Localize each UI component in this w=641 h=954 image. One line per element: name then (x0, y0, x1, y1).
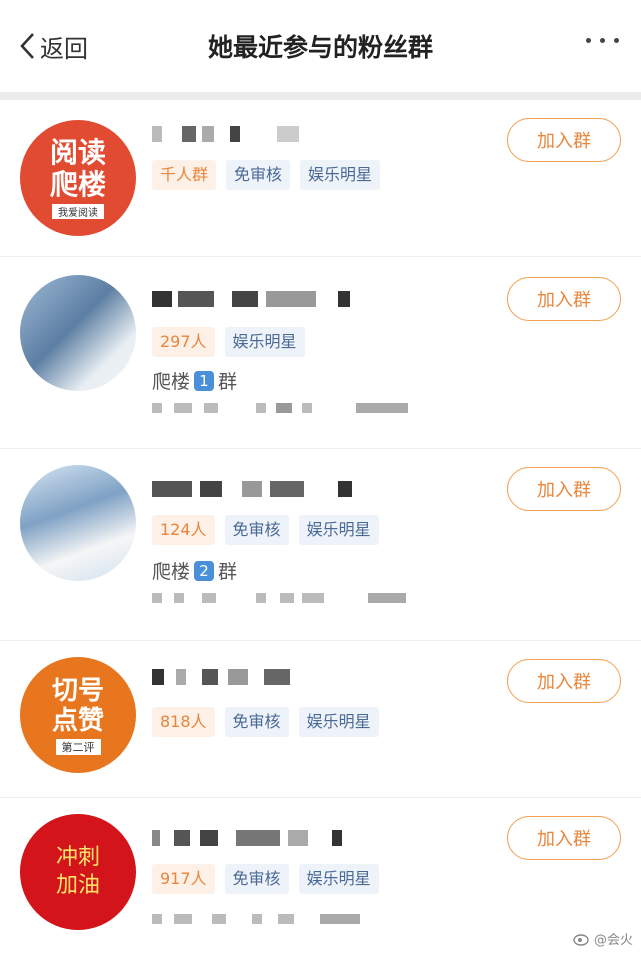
section-divider (0, 92, 641, 100)
join-group-button[interactable]: 加入群 (507, 467, 621, 511)
weibo-logo-icon (573, 933, 589, 946)
group-avatar (20, 465, 136, 581)
tag-size: 297人 (152, 327, 215, 357)
tag-no-review: 免审核 (226, 160, 291, 190)
tag-category: 娱乐明星 (298, 864, 379, 894)
group-item[interactable]: 切号 点赞 第二评 818人 免审核 娱乐明星 加入群 (0, 641, 641, 798)
tag-no-review: 免审核 (224, 707, 289, 737)
tag-size: 917人 (152, 864, 215, 894)
avatar-text: 切号 (51, 675, 104, 706)
tag-size: 千人群 (152, 160, 217, 190)
page-title: 她最近参与的粉丝群 (207, 33, 433, 62)
join-group-button[interactable]: 加入群 (507, 659, 621, 703)
avatar-text: 冲刺 (55, 845, 100, 870)
nav-header: 返回 她最近参与的粉丝群 (0, 0, 641, 92)
tag-size: 124人 (152, 515, 215, 545)
group-desc-blurred (152, 593, 412, 605)
group-avatar: 阅读 爬楼 我爱阅读 (20, 120, 136, 236)
tag-list: 千人群 免审核 娱乐明星 (152, 160, 381, 190)
tag-size: 818人 (152, 707, 215, 737)
group-subtitle: 爬楼 2 群 (152, 560, 238, 583)
group-name-blurred (152, 122, 372, 146)
join-group-button[interactable]: 加入群 (507, 277, 621, 321)
tag-category: 娱乐明星 (298, 515, 379, 545)
avatar-text: 点赞 (51, 705, 104, 736)
avatar-text: 加油 (55, 873, 100, 898)
group-item[interactable]: 冲刺 加油 917人 免审核 娱乐明星 加入群 @会火 (0, 798, 641, 954)
group-item[interactable]: 124人 免审核 娱乐明星 爬楼 2 群 加入群 (0, 449, 641, 641)
join-group-button[interactable]: 加入群 (507, 816, 621, 860)
tag-list: 297人 娱乐明星 (152, 327, 305, 357)
join-group-button[interactable]: 加入群 (507, 118, 621, 162)
group-avatar (20, 275, 136, 391)
tag-category: 娱乐明星 (298, 707, 379, 737)
tag-no-review: 免审核 (224, 515, 289, 545)
number-badge: 1 (194, 370, 215, 391)
tag-no-review: 免审核 (224, 864, 289, 894)
more-icon[interactable] (586, 38, 619, 43)
group-name-blurred (152, 665, 372, 689)
group-name-blurred (152, 287, 372, 311)
tag-list: 818人 免审核 娱乐明星 (152, 707, 379, 737)
avatar-caption: 我爱阅读 (52, 204, 104, 219)
avatar-text: 爬楼 (49, 168, 106, 201)
tag-category: 娱乐明星 (224, 327, 305, 357)
group-avatar: 冲刺 加油 (20, 814, 136, 930)
tag-category: 娱乐明星 (300, 160, 381, 190)
group-subtitle: 爬楼 1 群 (152, 370, 238, 393)
group-name-blurred (152, 826, 372, 850)
group-desc-blurred (152, 914, 412, 926)
avatar-caption: 第二评 (55, 738, 101, 755)
group-item[interactable]: 阅读 爬楼 我爱阅读 千人群 免审核 娱乐明星 加入群 (0, 100, 641, 257)
group-desc-blurred (152, 403, 412, 415)
number-badge: 2 (194, 560, 215, 581)
watermark: @会火 (573, 929, 633, 948)
group-name-blurred (152, 477, 372, 501)
avatar-text: 阅读 (49, 136, 106, 169)
group-item[interactable]: 297人 娱乐明星 爬楼 1 群 加入群 (0, 257, 641, 449)
tag-list: 124人 免审核 娱乐明星 (152, 515, 379, 545)
tag-list: 917人 免审核 娱乐明星 (152, 864, 379, 894)
group-avatar: 切号 点赞 第二评 (20, 657, 136, 773)
